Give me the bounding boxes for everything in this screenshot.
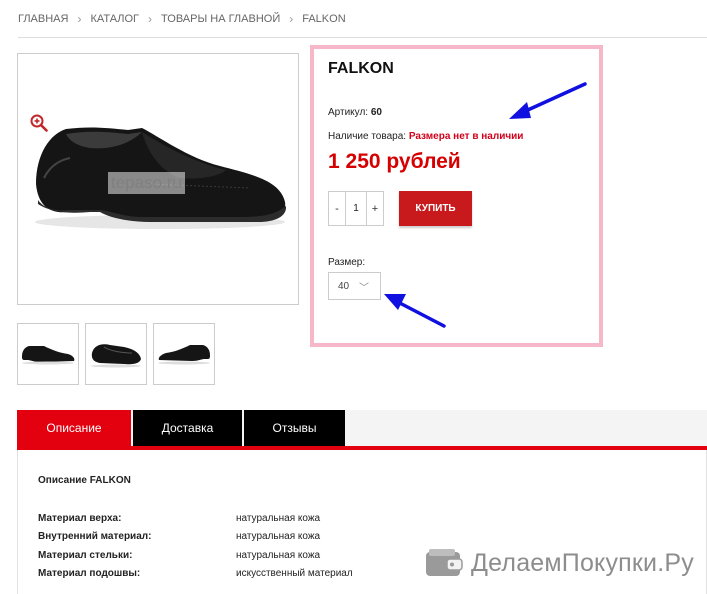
size-select[interactable]: 40 ﹀ bbox=[328, 272, 381, 300]
tab-reviews[interactable]: Отзывы bbox=[244, 410, 345, 446]
size-label: Размер: bbox=[328, 257, 366, 268]
size-value: 40 bbox=[338, 280, 350, 292]
breadcrumb-separator: › bbox=[77, 12, 82, 26]
shoe-thumbnail-image bbox=[91, 344, 141, 368]
shoe-thumbnail-image bbox=[158, 345, 210, 365]
buy-button[interactable]: КУПИТЬ bbox=[399, 191, 472, 226]
quantity-input[interactable]: 1 bbox=[345, 192, 367, 225]
breadcrumb-catalog[interactable]: КАТАЛОГ bbox=[90, 13, 139, 25]
property-value: искусственный материал bbox=[236, 568, 353, 580]
property-key: Внутренний материал: bbox=[38, 531, 152, 543]
chevron-down-icon: ﹀ bbox=[359, 282, 369, 294]
property-key: Материал верха: bbox=[38, 512, 122, 524]
property-row: Материал стельки: натуральная кожа bbox=[38, 546, 353, 565]
quantity-increase-button[interactable]: + bbox=[367, 192, 383, 225]
tab-delivery[interactable]: Доставка bbox=[133, 410, 242, 446]
thumbnail[interactable] bbox=[17, 323, 79, 385]
product-main-image[interactable]: tepaso.ru bbox=[17, 53, 299, 305]
stock-label: Наличие товара: bbox=[328, 131, 407, 142]
stock-value: Размера нет в наличии bbox=[408, 131, 524, 142]
product-article: Артикул: 60 bbox=[328, 107, 382, 118]
breadcrumb: ГЛАВНАЯ › КАТАЛОГ › ТОВАРЫ НА ГЛАВНОЙ › … bbox=[18, 12, 346, 26]
arrow-annotation-icon bbox=[384, 294, 446, 328]
property-value: натуральная кожа bbox=[236, 531, 321, 543]
article-label: Артикул: bbox=[328, 107, 369, 118]
quantity-decrease-button[interactable]: - bbox=[329, 192, 345, 225]
article-value: 60 bbox=[370, 107, 382, 118]
quantity-stepper: - 1 + bbox=[328, 191, 384, 226]
breadcrumb-separator: › bbox=[289, 12, 294, 26]
thumbnail-strip bbox=[17, 323, 215, 385]
zoom-in-icon[interactable] bbox=[30, 114, 48, 132]
wallet-icon bbox=[426, 549, 463, 576]
property-row: Материал верха: натуральная кожа bbox=[38, 509, 353, 528]
property-key: Материал подошвы: bbox=[38, 568, 141, 580]
divider bbox=[18, 37, 707, 38]
property-key: Материал стельки: bbox=[38, 549, 133, 561]
breadcrumb-featured[interactable]: ТОВАРЫ НА ГЛАВНОЙ bbox=[161, 13, 280, 25]
thumbnail[interactable] bbox=[85, 323, 147, 385]
product-tabs: Описание Доставка Отзывы bbox=[17, 410, 707, 446]
breadcrumb-current: FALKON bbox=[302, 13, 346, 25]
product-title: FALKON bbox=[328, 60, 394, 77]
property-value: натуральная кожа bbox=[236, 549, 321, 561]
product-price: 1 250 рублей bbox=[328, 150, 461, 173]
shoe-thumbnail-image bbox=[22, 346, 75, 365]
property-value: натуральная кожа bbox=[236, 512, 321, 524]
tab-description[interactable]: Описание bbox=[17, 410, 131, 446]
site-logo: ДелаемПокупки.Ру bbox=[425, 548, 694, 578]
breadcrumb-home[interactable]: ГЛАВНАЯ bbox=[18, 13, 68, 25]
image-watermark: tepaso.ru bbox=[108, 172, 185, 194]
arrow-annotation-icon bbox=[509, 82, 587, 119]
breadcrumb-separator: › bbox=[148, 12, 153, 26]
thumbnail[interactable] bbox=[153, 323, 215, 385]
stock-status: Наличие товара: Размера нет в наличии bbox=[328, 131, 523, 142]
property-row: Материал подошвы: искусственный материал bbox=[38, 565, 353, 584]
description-title: Описание FALKON bbox=[38, 475, 131, 486]
properties-table: Материал верха: натуральная кожа Внутрен… bbox=[38, 509, 353, 583]
site-logo-text: ДелаемПокупки.Ру bbox=[471, 548, 694, 577]
property-row: Внутренний материал: натуральная кожа bbox=[38, 528, 353, 547]
